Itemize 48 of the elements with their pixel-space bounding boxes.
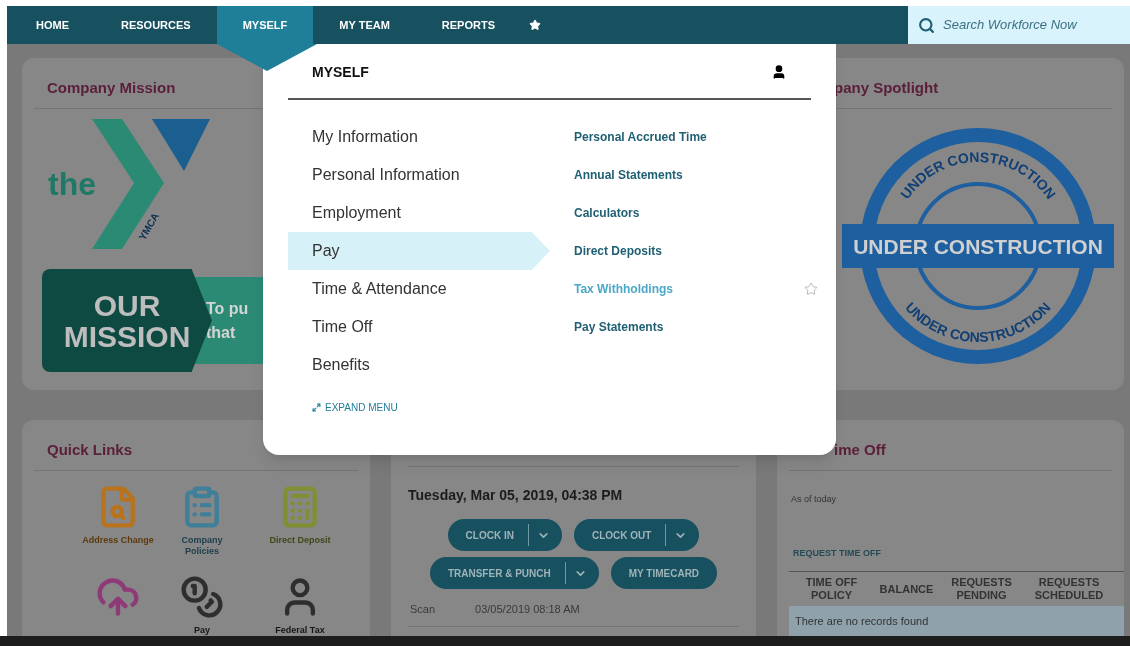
menu-title: MYSELF <box>312 62 369 82</box>
menu-category[interactable]: Benefits <box>288 346 550 384</box>
person-icon <box>771 64 787 80</box>
timecard-button[interactable]: TRANSFER & PUNCH <box>429 557 599 589</box>
menu-link[interactable]: Pay Statements <box>574 318 664 336</box>
column-header: BALANCE <box>878 582 935 596</box>
expand-menu-button[interactable]: EXPAND MENU <box>312 400 398 415</box>
menu-category[interactable]: Personal Information <box>288 156 550 194</box>
mission-text: To pu <box>206 298 249 319</box>
nav-tab[interactable]: HOME <box>10 6 95 44</box>
menu-category[interactable]: Time & Attendance <box>288 270 550 308</box>
menu-category[interactable]: My Information <box>288 118 550 156</box>
nav-tab[interactable]: MY TEAM <box>313 6 416 44</box>
menu-category[interactable]: Employment <box>288 194 550 232</box>
quick-link[interactable]: Pay <box>194 625 210 636</box>
menu-link[interactable]: Calculators <box>574 204 640 222</box>
column-header: REQUESTS SCHEDULED <box>1033 576 1105 602</box>
timecard-button[interactable]: CLOCK IN <box>447 519 562 551</box>
logo-word: the <box>48 165 96 204</box>
quick-link[interactable]: Federal Tax <box>275 625 325 636</box>
search-icon <box>918 16 935 34</box>
menu-category[interactable]: Time Off <box>288 308 550 346</box>
scan-time: 03/05/2019 08:18 AM <box>475 602 580 617</box>
menu-link[interactable]: Direct Deposits <box>574 242 663 260</box>
column-header: REQUESTS PENDING <box>950 576 1013 602</box>
menu-link[interactable]: Annual Statements <box>574 166 683 184</box>
current-datetime: Tuesday, Mar 05, 2019, 04:38 PM <box>408 487 623 503</box>
nav-tab[interactable]: RESOURCES <box>95 6 217 44</box>
card-title: Company Mission <box>47 79 176 96</box>
nav-tab[interactable]: REPORTS <box>415 6 522 44</box>
empty-message: There are no records found <box>795 613 929 629</box>
timecard-button[interactable]: MY TIMECARD <box>610 557 718 589</box>
stamp-banner-text: UNDER CONSTRUCTION <box>853 235 1103 258</box>
card-title: ime Off <box>834 441 886 458</box>
as-of-text: As of today <box>791 494 837 504</box>
search-input[interactable]: Search Workforce Now <box>943 15 1113 35</box>
card-title: Quick Links <box>47 441 133 458</box>
menu-category[interactable]: Pay <box>288 232 550 270</box>
search-field[interactable]: Search Workforce Now <box>908 6 1130 44</box>
favorites-star-icon[interactable] <box>529 19 542 31</box>
column-header: TIME OFF POLICY <box>804 576 859 602</box>
favorite-star-icon[interactable] <box>804 282 818 296</box>
menu-link[interactable]: Personal Accrued Time <box>574 128 707 146</box>
mission-text: that <box>206 322 236 343</box>
timecard-button[interactable]: CLOCK OUT <box>573 519 700 551</box>
expand-icon <box>312 403 321 412</box>
nav-tab[interactable]: MYSELF <box>216 6 314 44</box>
scan-label: Scan <box>410 602 436 617</box>
